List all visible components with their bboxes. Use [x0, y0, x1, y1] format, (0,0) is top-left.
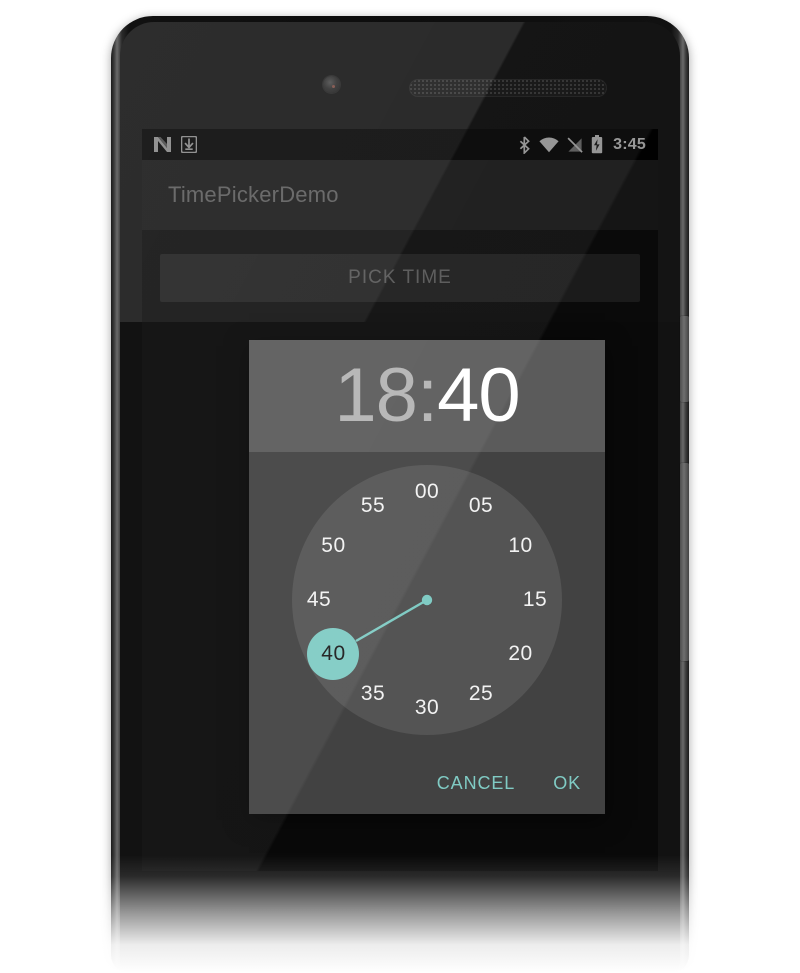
- clock-number-50[interactable]: 50: [310, 533, 356, 559]
- clock-number-20[interactable]: 20: [498, 641, 544, 667]
- clock-selected-value[interactable]: 40: [307, 628, 360, 680]
- clock-number-55[interactable]: 55: [350, 493, 396, 519]
- phone-device: 3:45 TimePickerDemo PICK TIME Picked tim…: [111, 16, 689, 973]
- clock-selected-label: 40: [321, 642, 346, 665]
- hour-field[interactable]: 18: [334, 358, 418, 434]
- clock-number-15[interactable]: 15: [512, 587, 558, 613]
- time-picker-dialog: 18 : 40 00 05 10 15 20 25 30 35 40 45 50 55 CANCEL: [249, 340, 605, 814]
- time-separator: :: [416, 353, 438, 438]
- clock-number-35[interactable]: 35: [350, 681, 396, 707]
- time-display: 18 : 40: [334, 353, 521, 438]
- time-picker-header: 18 : 40: [249, 340, 605, 452]
- clock-number-45[interactable]: 45: [296, 587, 342, 613]
- clock-number-25[interactable]: 25: [458, 681, 504, 707]
- screenshot-stage: 3:45 TimePickerDemo PICK TIME Picked tim…: [0, 0, 800, 973]
- ok-button[interactable]: OK: [551, 767, 583, 800]
- clock-number-30[interactable]: 30: [404, 695, 450, 721]
- clock-number-10[interactable]: 10: [498, 533, 544, 559]
- power-button[interactable]: [680, 316, 689, 402]
- cancel-button[interactable]: CANCEL: [435, 767, 517, 800]
- dialog-actions: CANCEL OK: [249, 752, 605, 814]
- front-camera-icon: [323, 76, 340, 93]
- volume-button[interactable]: [680, 463, 689, 661]
- earpiece-speaker-icon: [409, 79, 607, 97]
- clock-number-00[interactable]: 00: [404, 479, 450, 505]
- clock-number-05[interactable]: 05: [458, 493, 504, 519]
- time-picker-body: 00 05 10 15 20 25 30 35 40 45 50 55: [249, 452, 605, 752]
- minute-field[interactable]: 40: [437, 358, 521, 434]
- phone-screen: 3:45 TimePickerDemo PICK TIME Picked tim…: [142, 129, 658, 871]
- clock-face[interactable]: 00 05 10 15 20 25 30 35 40 45 50 55: [292, 465, 562, 735]
